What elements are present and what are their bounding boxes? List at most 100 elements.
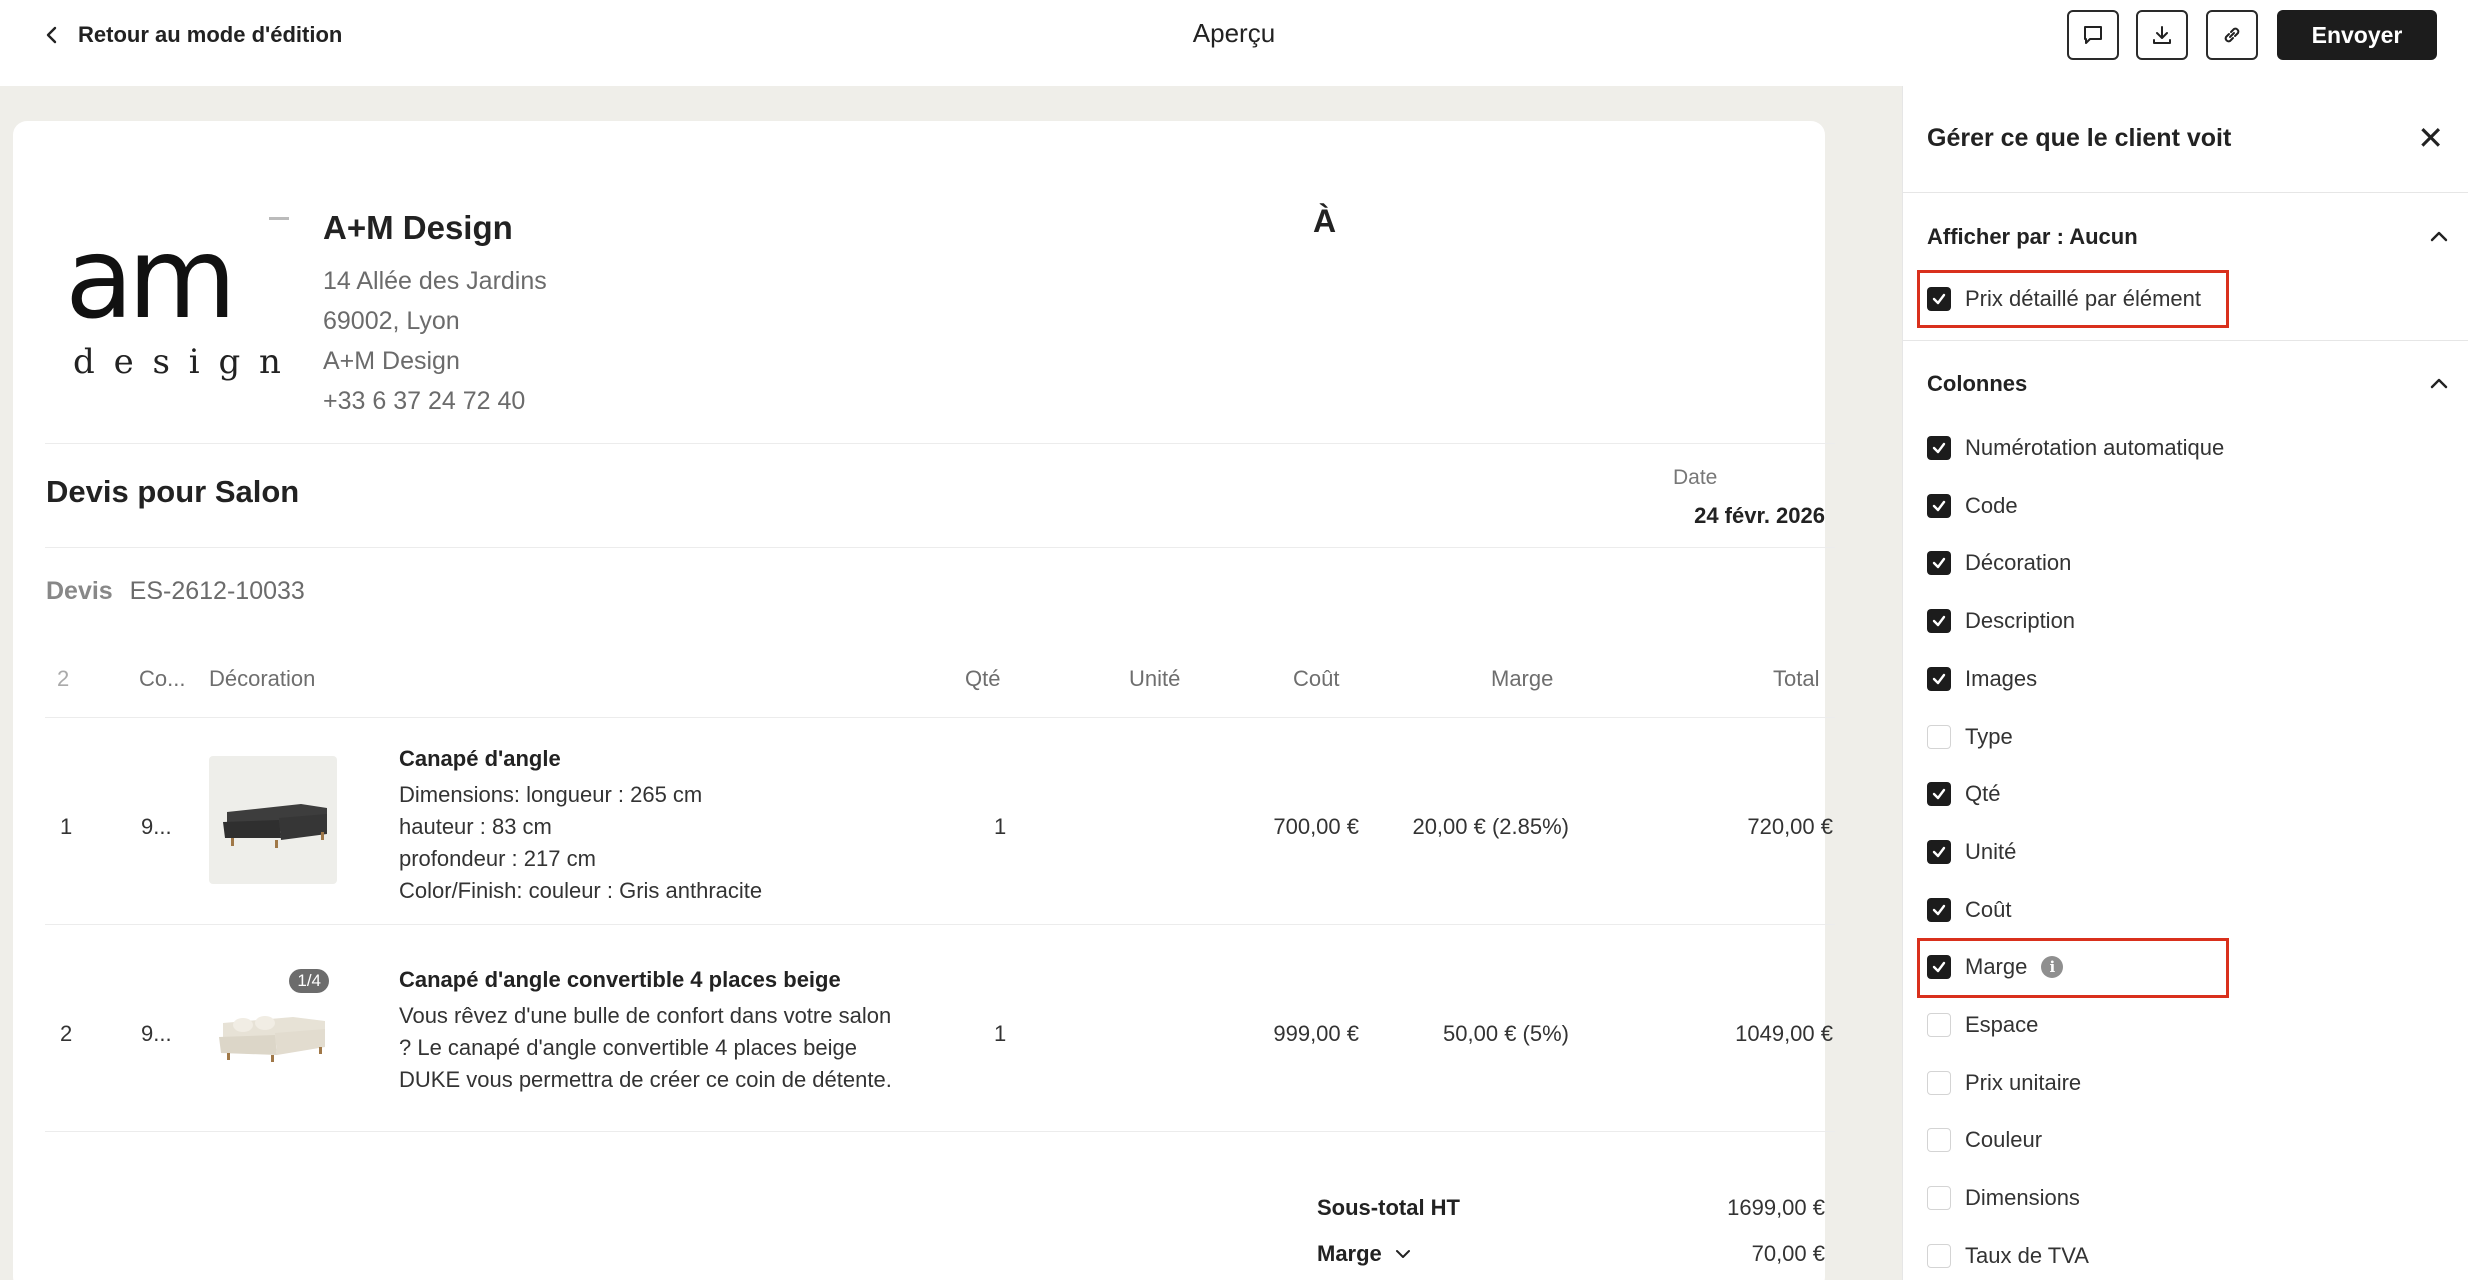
divider xyxy=(45,717,1835,718)
col-header-number: 2 xyxy=(57,666,70,691)
column-option-label: Unité xyxy=(1965,838,2017,864)
chevron-up-icon[interactable] xyxy=(2428,373,2450,395)
column-option[interactable]: Taux de TVA xyxy=(1927,1236,2089,1276)
column-option[interactable]: Espace xyxy=(1927,1005,2038,1045)
col-header-unit: Unité xyxy=(1129,666,1181,691)
column-option[interactable]: Description xyxy=(1927,601,2075,641)
divider xyxy=(1903,340,2468,341)
column-option-label: Type xyxy=(1965,723,2013,749)
company-name: A+M Design xyxy=(323,209,513,246)
divider xyxy=(1903,192,2468,193)
comment-icon xyxy=(2084,26,2102,44)
chevron-down-icon xyxy=(1395,1250,1410,1258)
divider xyxy=(45,547,1835,548)
col-header-cost: Coût xyxy=(1293,666,1340,691)
checkbox[interactable] xyxy=(1927,839,1951,864)
download-button[interactable] xyxy=(2136,10,2188,60)
chevron-up-icon[interactable] xyxy=(2428,226,2450,248)
checkbox[interactable] xyxy=(1927,1070,1951,1095)
checkbox[interactable] xyxy=(1927,1243,1951,1268)
divider xyxy=(45,443,1835,444)
column-option[interactable]: Qté xyxy=(1927,774,2000,814)
checkbox[interactable] xyxy=(1927,897,1951,922)
col-header-margin: Marge xyxy=(1491,666,1554,691)
subtotal-label: Sous-total HT xyxy=(1317,1195,1460,1220)
product-image-sofa-anthracite[interactable] xyxy=(209,756,337,884)
checkbox[interactable] xyxy=(1927,1128,1951,1153)
item-title: Canapé d'angle xyxy=(399,746,561,771)
quote-title: Devis pour Salon xyxy=(46,474,300,509)
panel-title: Gérer ce que le client voit xyxy=(1927,124,2232,152)
date-value: 24 févr. 2026 xyxy=(1694,503,1825,528)
subtotal-value: 1699,00 € xyxy=(1727,1195,1825,1220)
checkbox[interactable] xyxy=(1927,1186,1951,1211)
column-option[interactable]: Prix unitaire xyxy=(1927,1063,2081,1103)
row-cost: 999,00 € xyxy=(1273,1021,1359,1046)
divider xyxy=(45,1131,1835,1132)
checkbox[interactable] xyxy=(1927,666,1951,691)
checkbox[interactable] xyxy=(1927,724,1951,749)
column-option[interactable]: Numérotation automatique xyxy=(1927,428,2224,468)
client-visibility-panel: Gérer ce que le client voit ✕ Afficher p… xyxy=(1902,86,2468,1280)
row-total: 720,00 € xyxy=(1747,814,1833,839)
row-qty: 1 xyxy=(994,814,1007,839)
column-option-label: Description xyxy=(1965,608,2076,634)
column-option-label: Dimensions xyxy=(1965,1185,2080,1211)
column-option[interactable]: Couleur xyxy=(1927,1120,2042,1160)
row-number: 1 xyxy=(60,814,73,839)
company-address-line1: 14 Allée des Jardins xyxy=(323,267,547,295)
product-image-sofa-beige[interactable]: 1/4 xyxy=(209,967,337,1095)
col-header-qty: Qté xyxy=(965,666,1001,691)
send-button[interactable]: Envoyer xyxy=(2277,10,2437,60)
copy-link-button[interactable] xyxy=(2206,10,2258,60)
checkbox[interactable] xyxy=(1927,493,1951,518)
column-option[interactable]: Unité xyxy=(1927,832,2016,872)
checkbox[interactable] xyxy=(1927,782,1951,807)
column-option[interactable]: Dimensions xyxy=(1927,1178,2080,1218)
checkbox[interactable] xyxy=(1927,551,1951,576)
checkbox[interactable] xyxy=(1927,436,1951,460)
quote-number-label: Devis xyxy=(46,577,113,605)
column-option-label: Prix unitaire xyxy=(1965,1069,2082,1095)
item-title: Canapé d'angle convertible 4 places beig… xyxy=(399,967,841,992)
quote-number-row: Devis ES-2612-10033 xyxy=(46,577,305,606)
column-option-label: Code xyxy=(1965,492,2018,518)
column-option-label: Numérotation automatique xyxy=(1965,435,2225,460)
company-info: A+M Design 14 Allée des Jardins 69002, L… xyxy=(323,209,547,421)
column-option[interactable]: Décoration xyxy=(1927,543,2071,583)
divider xyxy=(45,924,1835,925)
margin-toggle[interactable]: Marge xyxy=(1317,1241,1412,1267)
comment-button[interactable] xyxy=(2067,10,2119,60)
quote-document: am d e s i g n s A+M Design 14 Allée des… xyxy=(13,121,1835,1280)
recipient-label: À xyxy=(1313,203,1337,239)
row-code: 9... xyxy=(141,814,172,839)
checkbox[interactable] xyxy=(1927,609,1951,634)
column-option[interactable]: Images xyxy=(1927,659,2037,699)
date-label: Date xyxy=(1673,466,1718,489)
quote-number-value: ES-2612-10033 xyxy=(129,577,305,605)
item-desc-line: hauteur : 83 cm xyxy=(399,814,552,839)
close-icon[interactable]: ✕ xyxy=(2417,122,2444,154)
row-number: 2 xyxy=(60,1021,73,1046)
svg-text:am: am xyxy=(65,214,231,344)
col-header-decoration: Décoration xyxy=(209,666,316,691)
row-margin: 50,00 € (5%) xyxy=(1443,1021,1569,1046)
preview-area: am d e s i g n s A+M Design 14 Allée des… xyxy=(0,86,1902,1280)
highlight-box xyxy=(1917,270,2229,328)
row-total: 1049,00 € xyxy=(1735,1021,1833,1046)
display-by-section-header: Afficher par : Aucun xyxy=(1927,224,2138,249)
item-desc-line: ? Le canapé d'angle convertible 4 places… xyxy=(399,1035,857,1060)
row-code: 9... xyxy=(141,1021,172,1046)
column-option-label: Décoration xyxy=(1965,550,2072,576)
company-address-line3: A+M Design xyxy=(323,347,460,375)
column-option-label: Espace xyxy=(1965,1012,2039,1037)
column-option[interactable]: Code xyxy=(1927,486,2018,526)
item-desc-line: profondeur : 217 cm xyxy=(399,846,596,871)
item-desc-line: DUKE vous permettra de créer ce coin de … xyxy=(399,1067,892,1092)
checkbox[interactable] xyxy=(1927,1013,1951,1037)
company-phone: +33 6 37 24 72 40 xyxy=(323,387,526,415)
image-count-badge: 1/4 xyxy=(289,969,329,993)
column-option[interactable]: Coût xyxy=(1927,890,2011,930)
column-option[interactable]: Type xyxy=(1927,717,2013,757)
col-header-total: Total xyxy=(1773,666,1820,691)
